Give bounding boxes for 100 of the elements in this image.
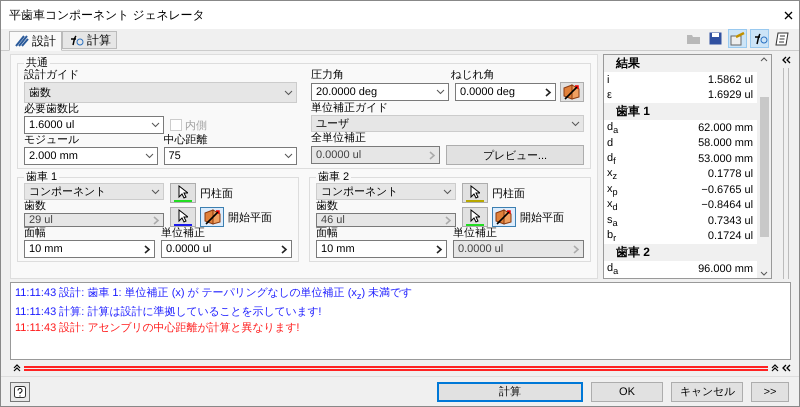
result-value: 0.1778 ul: [708, 168, 754, 180]
result-name: i: [606, 74, 610, 86]
expand-up-icon[interactable]: [771, 364, 779, 372]
result-value: 0.7343 ul: [708, 214, 754, 227]
dialog-button[interactable]: 計算: [437, 382, 583, 402]
combo-field[interactable]: 2.000 mm: [24, 147, 158, 165]
dialog-button[interactable]: キャンセル: [671, 382, 743, 402]
input-field[interactable]: 0.0000 ul: [161, 240, 292, 258]
chevron-down-icon: [144, 153, 154, 159]
flip-button[interactable]: [200, 207, 224, 227]
result-name: d$_{a}$: [606, 262, 618, 276]
result-value: 62.000 mm: [698, 122, 754, 134]
close-icon[interactable]: [784, 10, 793, 20]
result-name: b$_{r}$: [606, 229, 616, 244]
field-label: 全単位補正: [310, 132, 367, 145]
input-field[interactable]: 0.0000 deg: [454, 83, 556, 101]
field-label: モジュール: [24, 134, 80, 147]
field-label: ねじれ角: [450, 69, 496, 82]
flip-button[interactable]: [492, 207, 516, 227]
result-value: 0.1724 ul: [708, 230, 754, 242]
select-button[interactable]: [170, 207, 196, 227]
results-header: 結果: [604, 55, 758, 72]
plane-arrow-icon: [495, 208, 512, 226]
cursor-arrow-icon: [178, 184, 188, 198]
button-label: 円柱面: [200, 186, 233, 200]
result-name: d$_{a}$: [606, 120, 618, 135]
scroll-up-icon[interactable]: [760, 57, 768, 62]
combo-field[interactable]: 75: [164, 147, 297, 165]
chevron-down-icon: [284, 153, 293, 159]
chevron-down-icon: [151, 188, 160, 194]
section-header: 歯車 2: [604, 244, 758, 261]
result-value: 53.000 mm: [698, 152, 754, 165]
field-label: 単位補正: [452, 227, 498, 240]
chevron-down-icon: [284, 90, 293, 96]
group-title: 共通: [25, 57, 49, 69]
select-button[interactable]: [462, 207, 488, 227]
button-label: 開始平面: [520, 210, 564, 224]
field-label: 設計ガイド: [24, 69, 80, 82]
result-value: 1.6929 ul: [708, 89, 754, 102]
log-message: 11:11:43 設計: アセンブリの中心距離が計算と異なります!: [15, 321, 300, 336]
group-title: 歯車 1: [25, 171, 58, 183]
select-button[interactable]: [170, 183, 196, 203]
result-name: d$_{f}$: [606, 152, 616, 166]
dropdown-field[interactable]: 歯数: [24, 82, 297, 103]
arrow-right-icon[interactable]: [434, 244, 443, 254]
settings-icon[interactable]: [728, 29, 747, 48]
result-value: 96.000 mm: [698, 262, 754, 275]
cursor-arrow-icon: [470, 208, 480, 222]
result-name: x$_{p}$: [606, 182, 618, 197]
combo-field[interactable]: 1.6000 ul: [24, 116, 164, 134]
dropdown-field[interactable]: ユーザ: [310, 115, 584, 132]
combo-field[interactable]: 20.0000 deg: [310, 83, 449, 101]
dropdown-field[interactable]: コンポーネント: [316, 183, 456, 200]
section-header: 歯車 1: [604, 103, 758, 120]
result-name: x$_{z}$: [606, 167, 618, 182]
flip-button[interactable]: [560, 82, 584, 102]
result-name: x$_{d}$: [606, 198, 618, 212]
collapse-icon[interactable]: [782, 364, 791, 372]
plane-arrow-icon: [563, 84, 580, 100]
field-label: 面幅: [24, 227, 47, 240]
window-title: 平歯車コンポーネント ジェネレータ: [9, 6, 204, 24]
function-icon[interactable]: [750, 29, 769, 48]
cursor-arrow-icon: [178, 208, 188, 222]
result-name: ε: [606, 89, 612, 102]
expand-up-icon[interactable]: [13, 364, 21, 372]
tab[interactable]: 設計: [9, 31, 62, 51]
result-value: −0.8464 ul: [701, 199, 754, 212]
input-field[interactable]: 10 mm: [24, 240, 155, 258]
dialog-button[interactable]: >>: [751, 382, 789, 402]
chevron-down-icon: [442, 188, 452, 194]
field-label: 中心距離: [164, 134, 208, 147]
collapse-icon[interactable]: [782, 56, 791, 64]
field-label: 必要歯数比: [24, 103, 80, 116]
select-button[interactable]: [462, 183, 488, 203]
arrow-right-icon[interactable]: [143, 244, 151, 254]
chevron-down-icon: [436, 89, 445, 95]
help-icon: [14, 386, 26, 398]
group-title: 歯車 2: [316, 171, 350, 183]
function-icon: [68, 34, 84, 46]
checkbox-label: 内側: [185, 118, 207, 132]
dropdown-field[interactable]: コンポーネント: [24, 183, 164, 200]
scrollbar[interactable]: [757, 55, 772, 278]
preview-button[interactable]: プレビュー...: [446, 145, 584, 165]
result-value: −0.6765 ul: [701, 184, 754, 196]
log-message: 11:11:43 設計: 歯車 1: 単位補正 (x) が テーパリングなしの単位補正 (x$_{z}$) 未満です: [15, 286, 414, 304]
scroll-down-icon[interactable]: [760, 271, 768, 276]
arrow-right-icon[interactable]: [544, 88, 552, 96]
arrow-right-icon[interactable]: [280, 244, 288, 254]
dialog-button[interactable]: OK: [591, 382, 663, 402]
field-label: 単位補正ガイド: [310, 102, 389, 115]
input-field[interactable]: 10 mm: [316, 240, 447, 258]
chevron-down-icon: [570, 120, 580, 126]
tab[interactable]: 計算: [62, 31, 117, 49]
field-label: 歯数: [24, 200, 47, 213]
field-label: 面幅: [316, 227, 339, 240]
button-label: 開始平面: [228, 210, 272, 224]
help-button[interactable]: [10, 382, 30, 402]
result-value: 58.000 mm: [698, 137, 754, 150]
button-label: 円柱面: [492, 186, 525, 200]
chevron-down-icon: [151, 122, 160, 128]
